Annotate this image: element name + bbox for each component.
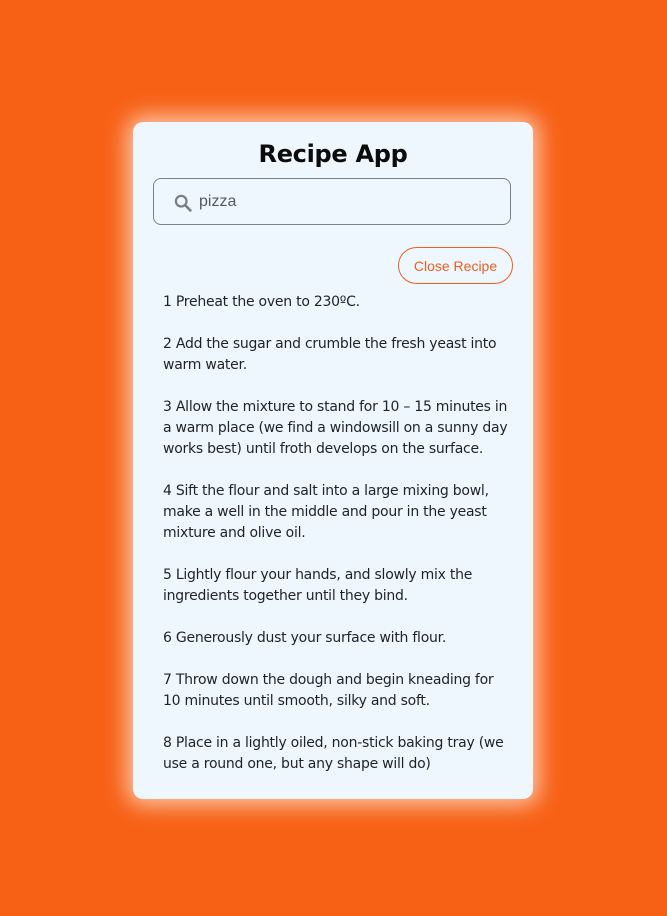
recipe-step: 7 Throw down the dough and begin kneadin… xyxy=(163,672,494,709)
recipe-step: 3 Allow the mixture to stand for 10 – 15… xyxy=(163,399,508,457)
search-box[interactable] xyxy=(153,178,511,225)
close-recipe-button[interactable]: Close Recipe xyxy=(398,247,513,284)
search-icon xyxy=(174,194,192,212)
recipe-step: 6 Generously dust your surface with flou… xyxy=(163,630,447,646)
recipe-step: 1 Preheat the oven to 230ºC. xyxy=(163,294,360,310)
recipe-steps: 1 Preheat the oven to 230ºC. 2 Add the s… xyxy=(163,292,508,796)
app-title: Recipe App xyxy=(258,140,408,168)
recipe-step: 2 Add the sugar and crumble the fresh ye… xyxy=(163,336,497,373)
recipe-step: 8 Place in a lightly oiled, non-stick ba… xyxy=(163,735,504,772)
recipe-card: Recipe App Close Recipe 1 Preheat the ov… xyxy=(133,122,533,799)
search-input[interactable] xyxy=(199,189,499,215)
recipe-step: 4 Sift the flour and salt into a large m… xyxy=(163,483,489,541)
recipe-step: 5 Lightly flour your hands, and slowly m… xyxy=(163,567,473,604)
